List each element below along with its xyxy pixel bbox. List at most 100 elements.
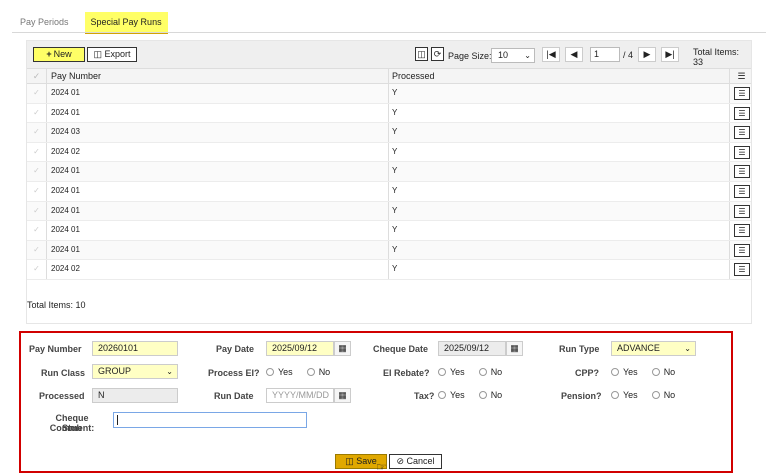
row-menu-list-icon[interactable]: ☰ bbox=[734, 243, 750, 257]
cheque-stub-comment-label: Comment: bbox=[49, 423, 95, 433]
row-checkbox[interactable]: ✓ bbox=[27, 103, 47, 123]
row-checkbox[interactable]: ✓ bbox=[27, 201, 47, 221]
pay-number-cell: 2024 02 bbox=[49, 142, 389, 162]
pay-date-field[interactable]: 2025/09/12 bbox=[266, 341, 334, 356]
refresh-icon[interactable]: ⟳ bbox=[431, 47, 444, 61]
process-ei-no-option[interactable]: No bbox=[306, 367, 330, 377]
run-date-field[interactable]: YYYY/MM/DD bbox=[266, 388, 334, 403]
pension-no-option[interactable]: No bbox=[651, 390, 676, 400]
tab-bar: Pay Periods Special Pay Runs bbox=[14, 12, 168, 34]
table-row[interactable]: ✓ 2024 01 Y ☰ bbox=[27, 240, 751, 261]
processed-cell: Y bbox=[392, 264, 398, 274]
cpp-no-option[interactable]: No bbox=[651, 367, 675, 377]
tab-pay-periods[interactable]: Pay Periods bbox=[14, 12, 75, 34]
pay-number-cell: 2024 03 bbox=[49, 123, 389, 142]
table-row[interactable]: ✓ 2024 02 Y ☰ bbox=[27, 142, 751, 163]
table-row[interactable]: ✓ 2024 01 Y ☰ bbox=[27, 201, 751, 222]
process-ei-yes-option[interactable]: Yes bbox=[266, 367, 293, 377]
radio-icon bbox=[438, 391, 446, 399]
table-row[interactable]: ✓ 2024 02 Y ☰ bbox=[27, 260, 751, 280]
row-menu-list-icon[interactable]: ☰ bbox=[734, 224, 750, 238]
radio-icon bbox=[306, 368, 315, 376]
run-date-label: Run Date bbox=[214, 391, 254, 401]
column-header-pay-number[interactable]: Pay Number bbox=[49, 69, 389, 83]
export-button-label: Export bbox=[104, 49, 131, 59]
pay-number-cell: 2024 01 bbox=[49, 103, 389, 123]
chevron-down-icon: ⌄ bbox=[524, 51, 531, 60]
cancel-button[interactable]: ⊘ Cancel bbox=[389, 454, 442, 469]
row-checkbox[interactable]: ✓ bbox=[27, 260, 47, 279]
row-menu-list-icon[interactable]: ☰ bbox=[734, 263, 750, 277]
run-type-select[interactable]: ADVANCE ⌄ bbox=[611, 341, 696, 356]
cheque-stub-comment-input[interactable] bbox=[113, 412, 307, 428]
pay-number-field[interactable]: 20260101 bbox=[92, 341, 178, 356]
processed-cell: Y bbox=[392, 107, 398, 117]
row-checkbox[interactable]: ✓ bbox=[27, 162, 47, 181]
radio-icon bbox=[438, 368, 446, 376]
cheque-date-label: Cheque Date bbox=[373, 344, 429, 354]
yes-label: Yes bbox=[278, 367, 293, 377]
tab-special-pay-runs[interactable]: Special Pay Runs bbox=[84, 12, 168, 34]
export-button[interactable]: ◫ Export bbox=[87, 47, 137, 62]
run-class-select[interactable]: GROUP ⌄ bbox=[92, 364, 178, 379]
yes-label: Yes bbox=[623, 390, 638, 400]
pension-label: Pension? bbox=[561, 391, 602, 401]
chevron-down-icon: ⌄ bbox=[684, 344, 691, 353]
cheque-date-calendar-icon[interactable]: ▦ bbox=[506, 341, 523, 356]
row-checkbox[interactable]: ✓ bbox=[27, 142, 47, 162]
select-all-checkbox[interactable]: ✓ bbox=[27, 69, 47, 83]
radio-icon bbox=[651, 368, 660, 376]
row-menu-list-icon[interactable]: ☰ bbox=[734, 184, 750, 198]
row-checkbox[interactable]: ✓ bbox=[27, 181, 47, 201]
current-page-input[interactable]: 1 bbox=[590, 47, 620, 62]
table-row[interactable]: ✓ 2024 01 Y ☰ bbox=[27, 181, 751, 202]
ei-rebate-yes-option[interactable]: Yes bbox=[438, 367, 465, 377]
tax-no-option[interactable]: No bbox=[478, 390, 502, 400]
cpp-yes-option[interactable]: Yes bbox=[611, 367, 638, 377]
cancel-icon: ⊘ bbox=[396, 456, 404, 466]
row-checkbox[interactable]: ✓ bbox=[27, 123, 47, 142]
total-items-count: Total Items: 33 bbox=[693, 47, 740, 67]
tax-yes-option[interactable]: Yes bbox=[438, 390, 465, 400]
cancel-button-label: Cancel bbox=[406, 456, 435, 466]
row-menu-list-icon[interactable]: ☰ bbox=[734, 204, 750, 218]
column-menu-icon[interactable]: ☰ bbox=[729, 69, 753, 83]
table-row[interactable]: ✓ 2024 01 Y ☰ bbox=[27, 162, 751, 182]
row-menu-list-icon[interactable]: ☰ bbox=[734, 126, 750, 140]
table-row[interactable]: ✓ 2024 01 Y ☰ bbox=[27, 221, 751, 241]
processed-field[interactable]: N bbox=[92, 388, 178, 403]
pension-yes-option[interactable]: Yes bbox=[611, 390, 638, 400]
row-menu-list-icon[interactable]: ☰ bbox=[734, 106, 750, 120]
cheque-date-field[interactable]: 2025/09/12 bbox=[438, 341, 506, 356]
run-class-value: GROUP bbox=[98, 366, 132, 376]
column-header-processed[interactable]: Processed bbox=[389, 69, 729, 83]
row-checkbox[interactable]: ✓ bbox=[27, 84, 47, 103]
row-checkbox[interactable]: ✓ bbox=[27, 240, 47, 260]
cpp-radio-group: Yes No bbox=[611, 367, 685, 377]
ei-rebate-no-option[interactable]: No bbox=[478, 367, 502, 377]
save-icon: ◫ bbox=[345, 456, 354, 466]
save-layout-icon[interactable]: ◫ bbox=[415, 47, 428, 61]
new-button[interactable]: + New bbox=[33, 47, 85, 62]
previous-page-button[interactable]: ◀ bbox=[565, 47, 583, 62]
table-row[interactable]: ✓ 2024 01 Y ☰ bbox=[27, 84, 751, 104]
row-checkbox[interactable]: ✓ bbox=[27, 221, 47, 240]
run-date-calendar-icon[interactable]: ▦ bbox=[334, 388, 351, 403]
pay-number-cell: 2024 01 bbox=[49, 181, 389, 201]
page-count: / 4 bbox=[623, 50, 634, 60]
page-size-select[interactable]: 10 ⌄ bbox=[491, 48, 535, 63]
pension-radio-group: Yes No bbox=[611, 390, 685, 400]
tax-label: Tax? bbox=[414, 391, 435, 401]
ei-rebate-label: EI Rebate? bbox=[383, 368, 430, 378]
row-menu-list-icon[interactable]: ☰ bbox=[734, 165, 750, 179]
pay-date-calendar-icon[interactable]: ▦ bbox=[334, 341, 351, 356]
row-menu-list-icon[interactable]: ☰ bbox=[734, 145, 750, 159]
first-page-button[interactable]: |◀ bbox=[542, 47, 560, 62]
row-menu-list-icon[interactable]: ☰ bbox=[734, 87, 750, 100]
last-page-button[interactable]: ▶| bbox=[661, 47, 679, 62]
table-row[interactable]: ✓ 2024 03 Y ☰ bbox=[27, 123, 751, 143]
save-button-label: Save bbox=[356, 456, 377, 466]
table-row[interactable]: ✓ 2024 01 Y ☰ bbox=[27, 103, 751, 124]
next-page-button[interactable]: ▶ bbox=[638, 47, 656, 62]
no-label: No bbox=[663, 390, 676, 400]
